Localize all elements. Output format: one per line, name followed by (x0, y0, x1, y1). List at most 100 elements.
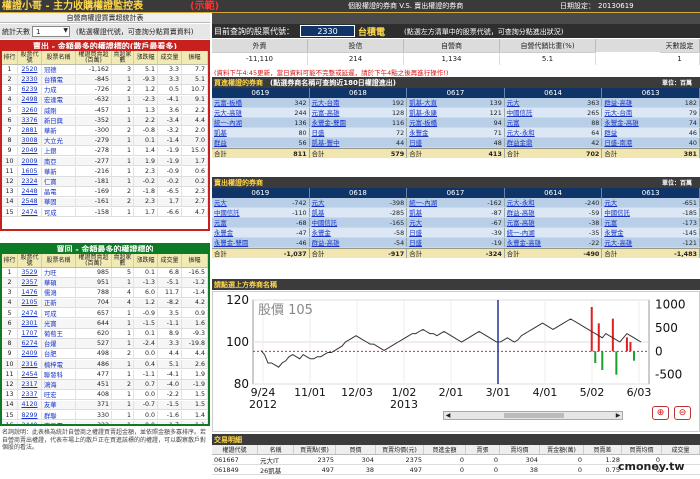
table-cell: 友華 (42, 400, 76, 410)
broker-name-link[interactable]: 群益-高雄 (310, 238, 380, 247)
broker-name-link[interactable]: 凱基 (212, 128, 282, 137)
broker-name-link[interactable]: 元大-高雄 (212, 108, 282, 117)
broker-name-link[interactable]: 統一-內湖 (505, 228, 575, 237)
broker-name-link[interactable]: 永豐金 (602, 228, 672, 237)
broker-name-link[interactable]: 凱基-永康 (407, 108, 477, 117)
broker-name-link[interactable]: 中國信託 (310, 218, 380, 227)
stock-code-link[interactable]: 3008 (18, 136, 42, 145)
stock-code-link[interactable]: 2474 (18, 207, 42, 217)
broker-name-link[interactable]: 元大 (212, 198, 282, 207)
stat-days-select[interactable]: 1 ▼ (32, 26, 70, 37)
broker-name-link[interactable]: 元大-高雄 (602, 238, 672, 247)
broker-name-link[interactable]: 群益-高雄 (602, 98, 672, 107)
broker-name-link[interactable]: 日盛 (407, 228, 477, 237)
table-cell: -1.4 (158, 136, 182, 145)
broker-name-link[interactable]: 元大-永和 (505, 198, 575, 207)
broker-name-link[interactable]: 中國信託 (505, 108, 575, 117)
stock-code-link[interactable]: 2317 (18, 380, 42, 389)
stock-code-link[interactable]: 1476 (18, 288, 42, 297)
broker-name-link[interactable]: 日盛 (407, 138, 477, 147)
stock-code-link[interactable]: 3529 (18, 268, 42, 277)
broker-cell: 元大 -67 (407, 218, 505, 227)
stock-code-link[interactable]: 2324 (18, 177, 42, 186)
broker-name-link[interactable]: 統一-內湖 (212, 118, 282, 127)
broker-name-link[interactable]: 元大-台南 (310, 98, 380, 107)
stock-code-link[interactable]: 2105 (18, 298, 42, 308)
broker-name-link[interactable]: 群益金鼎 (505, 138, 575, 147)
scroll-right-icon[interactable]: ▶ (614, 412, 622, 419)
scroll-left-icon[interactable]: ◀ (444, 412, 452, 419)
broker-name-link[interactable]: 群益 (602, 128, 672, 137)
broker-name-link[interactable]: 永豐金-高雄 (505, 238, 575, 247)
broker-name-link[interactable]: 元富-高雄 (505, 218, 575, 227)
broker-name-link[interactable]: 中國信託 (602, 208, 672, 217)
broker-name-link[interactable]: 永豐金 (212, 228, 282, 237)
date-value[interactable]: 20130619 (598, 0, 634, 12)
stock-code-link[interactable]: 2357 (18, 278, 42, 287)
chart-scrollbar[interactable]: ◀ ▶ (443, 411, 623, 420)
stock-code-link[interactable]: 6239 (18, 85, 42, 94)
stock-code-link[interactable]: 2548 (18, 197, 42, 207)
broker-name-link[interactable]: 日盛-南港 (602, 138, 672, 147)
broker-name-link[interactable]: 元大 (310, 198, 380, 207)
stock-code-link[interactable]: 2337 (18, 390, 42, 399)
stock-code-link[interactable]: 2498 (18, 95, 42, 105)
broker-name-link[interactable]: 元富-板橋 (407, 118, 477, 127)
broker-name-link[interactable]: 元富 (505, 118, 575, 127)
broker-cell: 凱基-永康 121 (407, 108, 505, 117)
stock-code-link[interactable]: 3376 (18, 116, 42, 125)
zoom-in-icon[interactable]: ⊕ (652, 406, 669, 420)
trade-cell[interactable]: 061667 (212, 455, 258, 464)
broker-name-link[interactable]: 永豐金 (407, 128, 477, 137)
stock-code-link[interactable]: 3260 (18, 105, 42, 115)
stock-code-link[interactable]: 2330 (18, 75, 42, 84)
stock-code-link[interactable]: 2316 (18, 359, 42, 369)
broker-name-link[interactable]: 永豐金-高雄 (602, 118, 672, 127)
broker-name-link[interactable]: 凱基 (310, 208, 380, 217)
broker-name-link[interactable]: 元大-台南 (602, 108, 672, 117)
stock-code-link[interactable]: 2449 (18, 421, 42, 424)
stock-code-link[interactable]: 2881 (18, 126, 42, 135)
scroll-thumb[interactable] (504, 413, 564, 418)
table-cell: -4.1 (158, 370, 182, 379)
broker-name-link[interactable]: 元富-板橋 (212, 98, 282, 107)
broker-name-link[interactable]: 永豐金-雙園 (212, 238, 282, 247)
broker-name-link[interactable]: 元富 (602, 218, 672, 227)
stock-code-field[interactable]: 2330 (300, 25, 355, 37)
broker-name-link[interactable]: 群益-高雄 (505, 208, 575, 217)
stock-code-link[interactable]: 2409 (18, 349, 42, 359)
stock-code-link[interactable]: 2301 (18, 319, 42, 328)
broker-name-link[interactable]: 永豐金 (310, 228, 380, 237)
table-cell: 451 (76, 380, 112, 389)
broker-name-link[interactable]: 日盛 (310, 128, 380, 137)
broker-name-link[interactable]: 元大 (505, 98, 575, 107)
broker-name-link[interactable]: 元大-永和 (505, 128, 575, 137)
broker-name-link[interactable]: 元富-高雄 (310, 108, 380, 117)
broker-name-link[interactable]: 元大 (407, 218, 477, 227)
stock-code-link[interactable]: 2009 (18, 156, 42, 166)
broker-name-link[interactable]: 日盛 (407, 238, 477, 247)
broker-name-link[interactable]: 凱基-大直 (407, 98, 477, 107)
stock-code-link[interactable]: 2520 (18, 65, 42, 74)
table-cell: 8 (2, 339, 18, 348)
broker-name-link[interactable]: 凱基-豐中 (310, 138, 380, 147)
broker-name-link[interactable]: 凱基 (407, 208, 477, 217)
broker-name-link[interactable]: 群益 (212, 138, 282, 147)
stock-code-link[interactable]: 8299 (18, 410, 42, 420)
stock-code-link[interactable]: 1707 (18, 329, 42, 338)
stock-code-link[interactable]: 1605 (18, 167, 42, 176)
broker-name-link[interactable]: 中國信託 (212, 208, 282, 217)
stock-code-link[interactable]: 6274 (18, 339, 42, 348)
trade-cell[interactable]: 061849 (212, 465, 258, 474)
stock-code-link[interactable]: 2049 (18, 146, 42, 156)
stock-code-link[interactable]: 2474 (18, 308, 42, 318)
broker-name-link[interactable]: 統一-內湖 (407, 198, 477, 207)
x-tick-label: 12/03 (341, 386, 373, 399)
broker-name-link[interactable]: 元富 (212, 218, 282, 227)
stock-code-link[interactable]: 2454 (18, 370, 42, 379)
broker-name-link[interactable]: 元大 (602, 198, 672, 207)
stock-code-link[interactable]: 2448 (18, 187, 42, 196)
stock-code-link[interactable]: 4120 (18, 400, 42, 410)
broker-name-link[interactable]: 永豐金-雙園 (310, 118, 380, 127)
zoom-out-icon[interactable]: ⊖ (674, 406, 691, 420)
